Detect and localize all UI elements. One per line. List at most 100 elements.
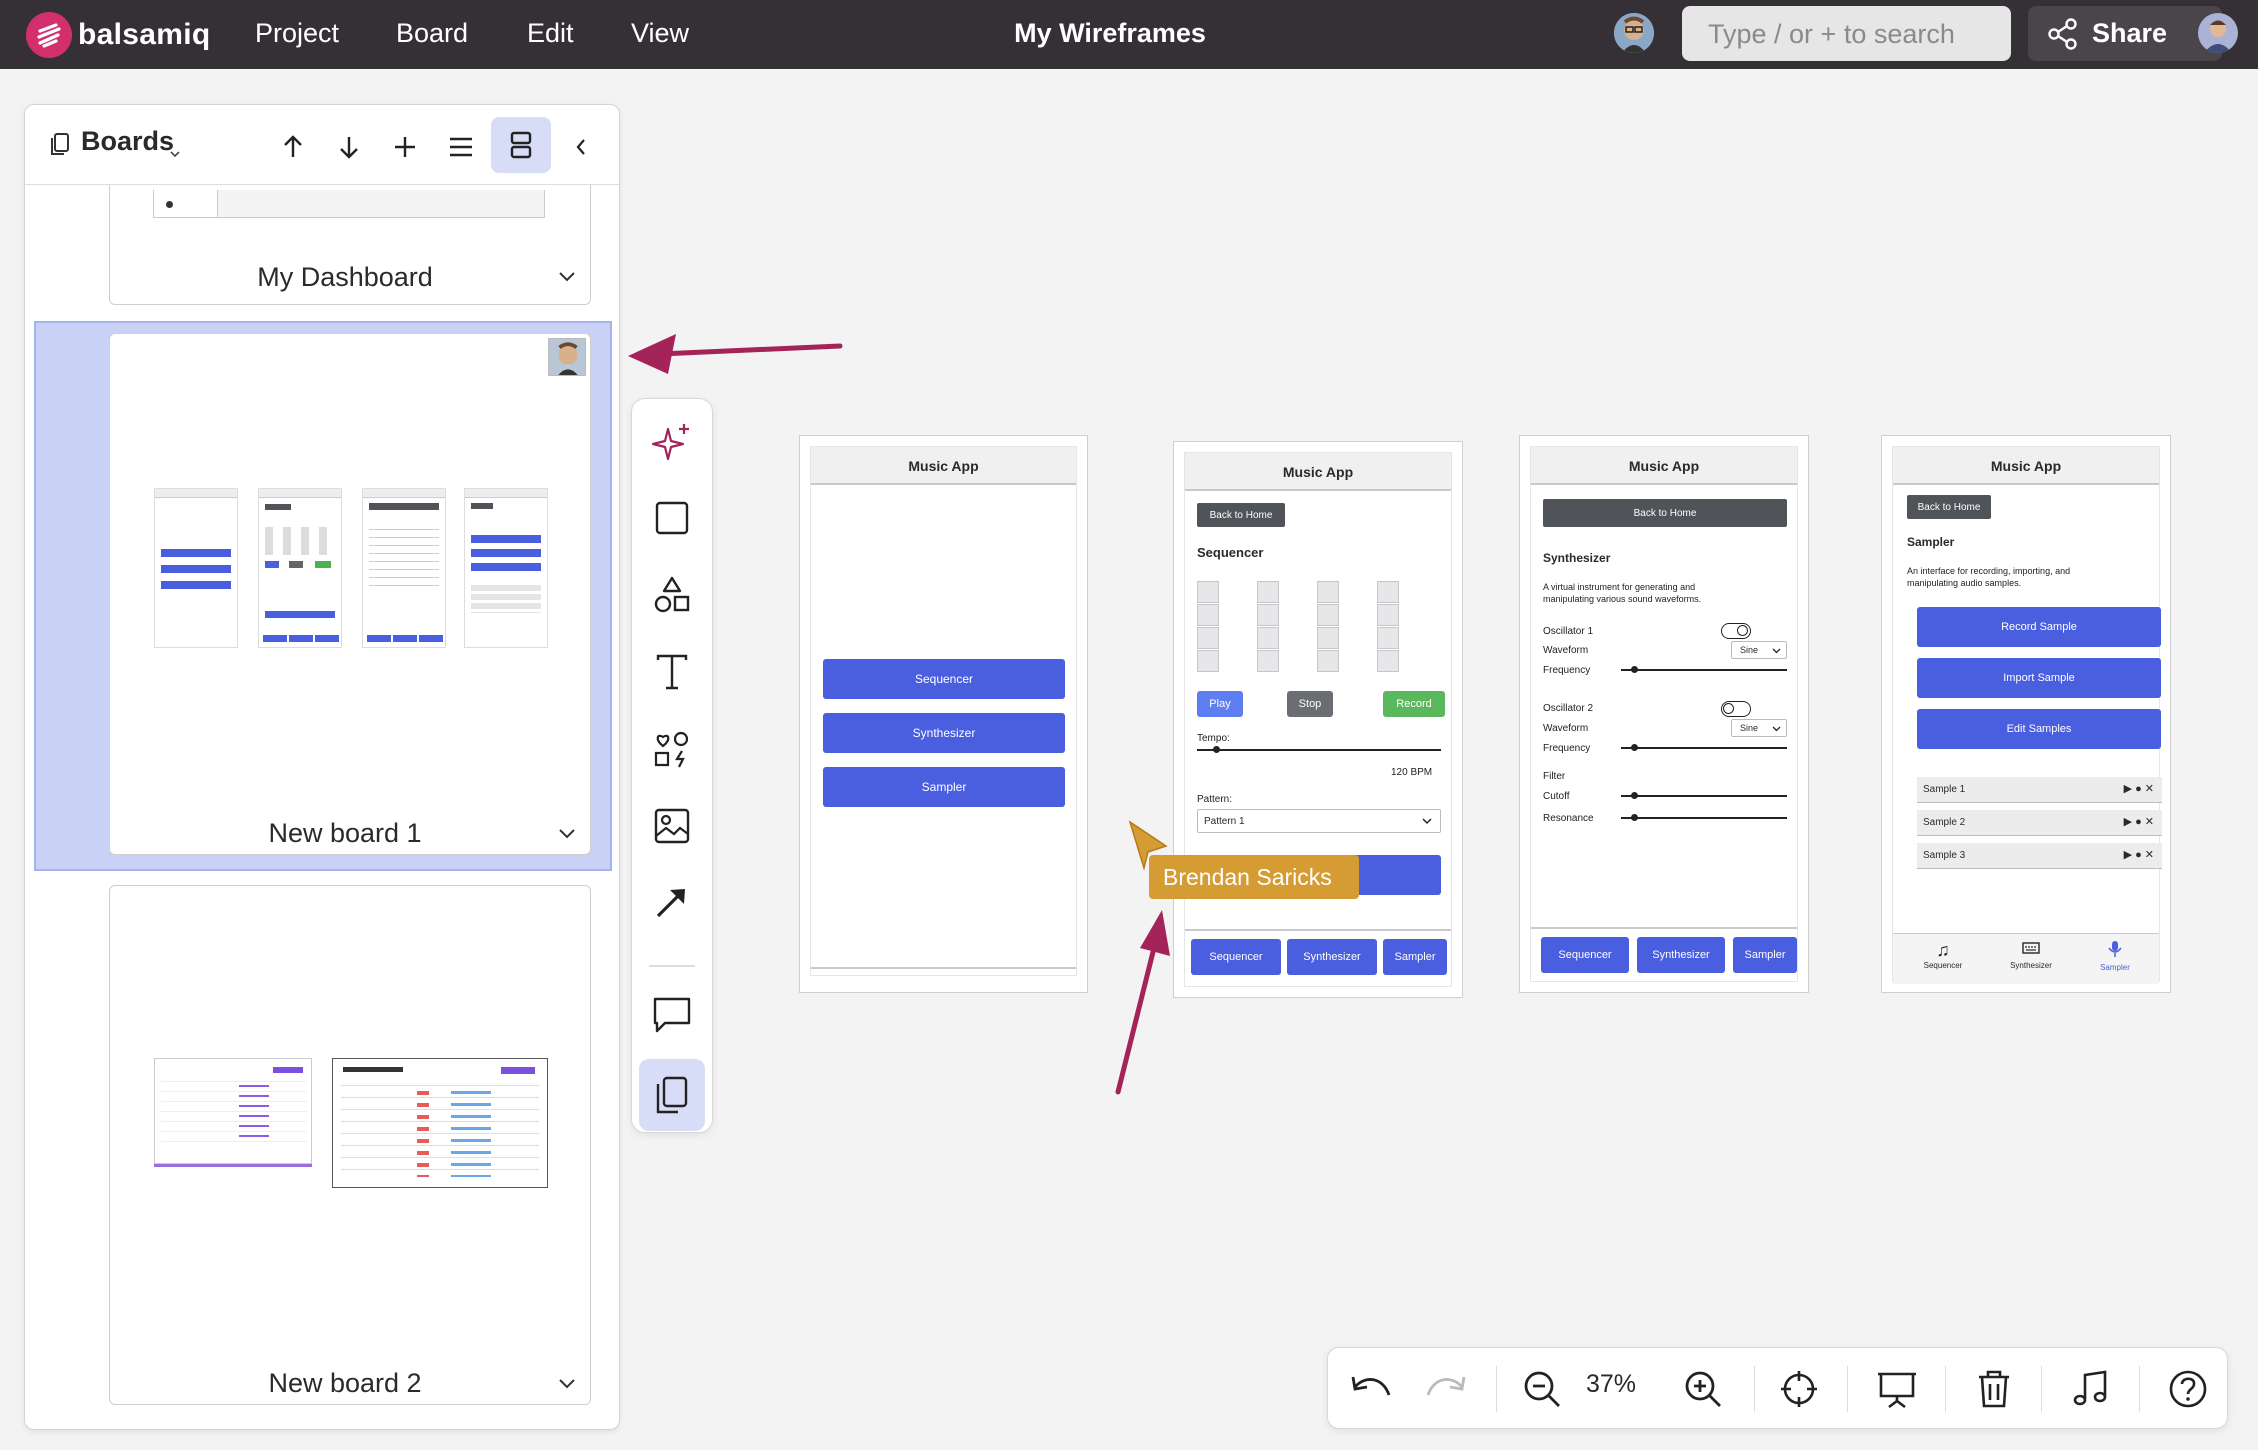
- chevron-down-icon[interactable]: [556, 1376, 578, 1392]
- cutoff-slider-knob[interactable]: [1631, 792, 1638, 799]
- frequency-slider[interactable]: [1621, 669, 1787, 671]
- waveform-select[interactable]: Sine: [1731, 719, 1787, 737]
- icons-tool-button[interactable]: [640, 717, 704, 781]
- boards-tool-button[interactable]: [639, 1059, 705, 1131]
- tab-sequencer[interactable]: Sequencer: [1541, 937, 1629, 973]
- redo-button[interactable]: [1421, 1364, 1471, 1414]
- ai-tool-button[interactable]: [640, 411, 704, 475]
- chevron-down-icon[interactable]: [556, 269, 578, 285]
- text-tool-button[interactable]: [640, 640, 704, 704]
- tab-sequencer[interactable]: ♫ Sequencer: [1903, 940, 1983, 970]
- zoom-level[interactable]: 37%: [1586, 1370, 1636, 1399]
- delete-button[interactable]: [1969, 1364, 2019, 1414]
- chevron-down-icon[interactable]: [556, 826, 578, 842]
- record-button[interactable]: Record: [1383, 691, 1445, 717]
- step-pad[interactable]: [1377, 627, 1399, 649]
- sample-controls-icon[interactable]: ▶ ● ✕: [2124, 782, 2154, 795]
- step-pad[interactable]: [1197, 604, 1219, 626]
- record-sample-button[interactable]: Record Sample: [1917, 607, 2161, 647]
- shapes-tool-button[interactable]: [640, 563, 704, 627]
- step-pad[interactable]: [1257, 604, 1279, 626]
- step-pad[interactable]: [1257, 581, 1279, 603]
- synthesizer-button[interactable]: Synthesizer: [823, 713, 1065, 753]
- play-button[interactable]: Play: [1197, 691, 1243, 717]
- zoom-out-button[interactable]: [1517, 1364, 1567, 1414]
- step-pad[interactable]: [1317, 581, 1339, 603]
- stop-button[interactable]: Stop: [1287, 691, 1333, 717]
- board-card-new-board-1[interactable]: New board 1: [109, 333, 591, 855]
- edit-samples-button[interactable]: Edit Samples: [1917, 709, 2161, 749]
- zoom-in-button[interactable]: [1678, 1364, 1728, 1414]
- sample-row[interactable]: Sample 3 ▶ ● ✕: [1917, 843, 2162, 869]
- image-tool-button[interactable]: [640, 794, 704, 858]
- move-board-down-button[interactable]: [323, 121, 375, 173]
- frequency-slider[interactable]: [1621, 747, 1787, 749]
- back-to-home-button[interactable]: Back to Home: [1197, 503, 1285, 527]
- rectangle-tool-button[interactable]: [640, 486, 704, 550]
- tab-sampler[interactable]: Sampler: [1383, 939, 1447, 975]
- tab-sampler[interactable]: Sampler: [1733, 937, 1797, 973]
- wireframe-synthesizer[interactable]: Music App Back to Home Synthesizer A vir…: [1519, 435, 1809, 993]
- sample-controls-icon[interactable]: ▶ ● ✕: [2124, 848, 2154, 861]
- chevron-down-icon[interactable]: [169, 149, 181, 159]
- step-pad[interactable]: [1377, 604, 1399, 626]
- sample-row[interactable]: Sample 2 ▶ ● ✕: [1917, 810, 2162, 836]
- step-pad[interactable]: [1257, 627, 1279, 649]
- waveform-select[interactable]: Sine: [1731, 641, 1787, 659]
- tab-synthesizer[interactable]: Synthesizer: [1287, 939, 1377, 975]
- music-button[interactable]: [2066, 1364, 2116, 1414]
- tab-sequencer[interactable]: Sequencer: [1191, 939, 1281, 975]
- wireframe-sampler[interactable]: Music App Back to Home Sampler An interf…: [1881, 435, 2171, 993]
- menu-view[interactable]: View: [631, 18, 689, 49]
- step-pad[interactable]: [1377, 650, 1399, 672]
- tab-synthesizer[interactable]: Synthesizer: [1637, 937, 1725, 973]
- step-pad[interactable]: [1257, 650, 1279, 672]
- undo-button[interactable]: [1346, 1364, 1396, 1414]
- sampler-button[interactable]: Sampler: [823, 767, 1065, 807]
- user-avatar[interactable]: [2198, 13, 2238, 53]
- resonance-slider[interactable]: [1621, 817, 1787, 819]
- back-to-home-button[interactable]: Back to Home: [1543, 499, 1787, 527]
- arrow-tool-button[interactable]: [640, 870, 704, 934]
- tab-sampler[interactable]: Sampler: [2075, 940, 2155, 972]
- tab-synthesizer[interactable]: Synthesizer: [1991, 940, 2071, 970]
- add-board-button[interactable]: [379, 121, 431, 173]
- cutoff-slider[interactable]: [1621, 795, 1787, 797]
- step-pad[interactable]: [1317, 604, 1339, 626]
- step-pad[interactable]: [1317, 650, 1339, 672]
- collapse-panel-button[interactable]: [555, 121, 607, 173]
- sample-controls-icon[interactable]: ▶ ● ✕: [2124, 815, 2154, 828]
- step-pad[interactable]: [1197, 581, 1219, 603]
- oscillator-1-toggle[interactable]: [1721, 623, 1751, 639]
- wireframe-sequencer[interactable]: Music App Back to Home Sequencer Play St…: [1173, 441, 1463, 998]
- frequency-slider-knob[interactable]: [1631, 744, 1638, 751]
- move-board-up-button[interactable]: [267, 121, 319, 173]
- step-pad[interactable]: [1377, 581, 1399, 603]
- list-view-button[interactable]: [435, 121, 487, 173]
- step-pad[interactable]: [1317, 627, 1339, 649]
- boards-panel-title[interactable]: Boards: [81, 126, 174, 157]
- tempo-slider-knob[interactable]: [1213, 746, 1220, 753]
- comment-tool-button[interactable]: [640, 983, 704, 1047]
- wireframe-home[interactable]: Music App Sequencer Synthesizer Sampler: [799, 435, 1088, 993]
- tempo-slider[interactable]: [1197, 749, 1441, 751]
- sample-row[interactable]: Sample 1 ▶ ● ✕: [1917, 777, 2162, 803]
- search-input[interactable]: Type / or + to search: [1682, 6, 2011, 61]
- step-pad[interactable]: [1197, 650, 1219, 672]
- resonance-slider-knob[interactable]: [1631, 814, 1638, 821]
- pattern-select[interactable]: Pattern 1: [1197, 809, 1441, 833]
- presentation-button[interactable]: [1872, 1364, 1922, 1414]
- balsamiq-logo[interactable]: balsamiq: [26, 12, 210, 58]
- step-pad[interactable]: [1197, 627, 1219, 649]
- back-to-home-button[interactable]: Back to Home: [1907, 495, 1991, 519]
- menu-edit[interactable]: Edit: [527, 18, 574, 49]
- menu-project[interactable]: Project: [255, 18, 339, 49]
- share-button[interactable]: Share: [2028, 6, 2222, 61]
- fit-to-screen-button[interactable]: [1774, 1364, 1824, 1414]
- thumbnail-view-button[interactable]: [491, 117, 551, 173]
- menu-board[interactable]: Board: [396, 18, 468, 49]
- oscillator-2-toggle[interactable]: [1721, 701, 1751, 717]
- sequencer-button[interactable]: Sequencer: [823, 659, 1065, 699]
- collaborator-avatar[interactable]: [1614, 13, 1654, 53]
- help-button[interactable]: [2163, 1364, 2213, 1414]
